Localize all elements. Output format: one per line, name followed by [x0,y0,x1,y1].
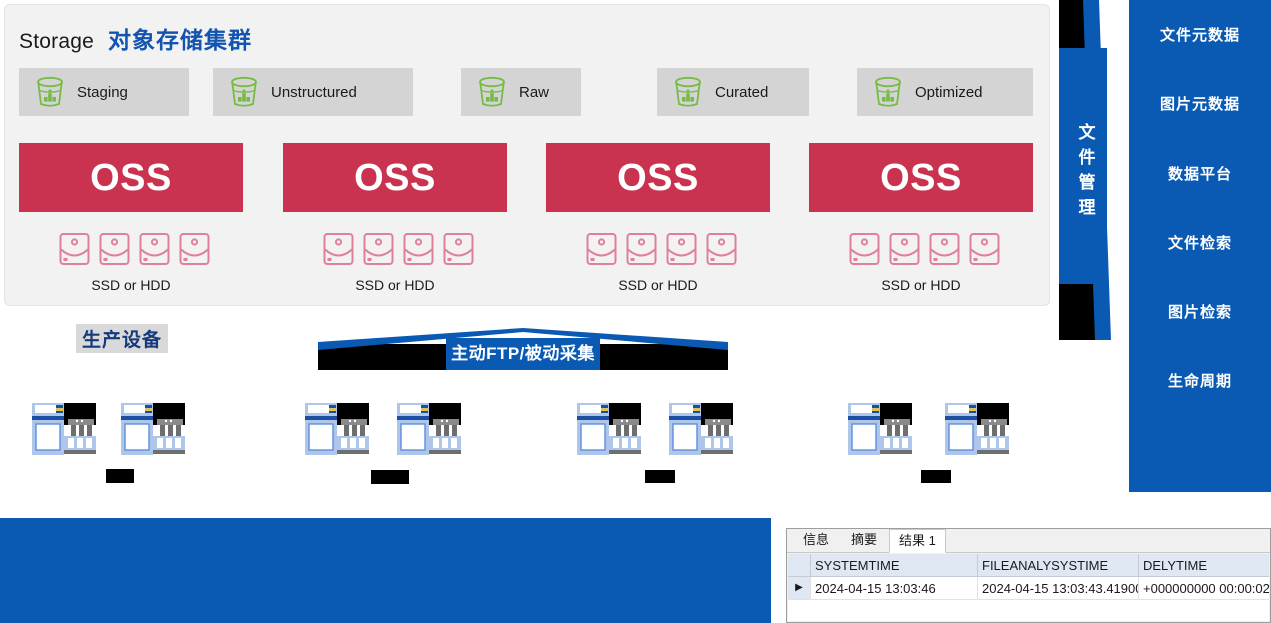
oss-label: OSS [354,156,436,199]
storage-panel: Storage 对象存储集群 Staging Unstructured Raw … [4,4,1050,306]
vbar-char-2: 管 [1078,173,1097,192]
right-nav-sidebar: 文件元数据 图片元数据 数据平台 文件检索 图片检索 生命周期 [1129,0,1271,492]
hard-disk-icon [705,229,738,273]
vbar-char-0: 文 [1078,123,1097,142]
bucket-chip-optimized[interactable]: Optimized [857,68,1033,116]
production-machine-icon [305,403,369,455]
sidebar-item-file-metadata[interactable]: 文件元数据 [1129,24,1271,45]
bucket-label: Curated [715,83,769,101]
file-management-vertical-bar[interactable]: 文 件 管 理 [1059,0,1116,340]
file-management-label: 文 件 管 理 [1059,120,1116,220]
oss-label: OSS [90,156,172,199]
column-header-fileanalysystime[interactable]: FILEANALYSYSTIME [977,554,1139,577]
hard-disk-icon [362,229,395,273]
hard-disk-icon [442,229,475,273]
hard-disk-icon [322,229,355,273]
vbar-char-3: 理 [1078,198,1097,217]
production-machine-icon [121,403,185,455]
oss-label: OSS [880,156,962,199]
hard-disk-icon [138,229,171,273]
production-machine-icon [577,403,641,455]
storage-title: Storage 对象存储集群 [19,21,252,55]
results-grid[interactable]: SYSTEMTIME FILEANALYSYSTIME DELYTIME ▶ 2… [788,554,1269,621]
bottom-blue-panel [0,518,771,623]
hard-disk-icon [178,229,211,273]
disk-group-2 [322,229,475,273]
ftp-banner-label: 主动FTP/被动采集 [451,344,595,363]
production-machine-icon [397,403,461,455]
row-marker-header [788,554,811,577]
disk-group-1 [58,229,211,273]
oss-bucket-icon [477,76,507,108]
results-panel: 信息 摘要 结果 1 SYSTEMTIME FILEANALYSYSTIME D… [786,528,1271,623]
table-row[interactable]: ▶ 2024-04-15 13:03:46 2024-04-15 13:03:4… [788,576,1269,600]
oss-cluster-box-1: OSS [19,143,243,212]
vbar-char-1: 件 [1078,148,1097,167]
oss-bucket-icon [873,76,903,108]
bucket-label: Unstructured [271,83,357,101]
production-machine-icon [32,403,96,455]
oss-bucket-icon [229,76,259,108]
sidebar-item-image-search[interactable]: 图片检索 [1129,301,1271,322]
hard-disk-icon [968,229,1001,273]
media-caption: SSD or HDD [355,277,435,293]
hard-disk-icon [888,229,921,273]
bucket-label: Staging [77,83,128,101]
tab-info[interactable]: 信息 [793,528,839,552]
results-tab-bar: 信息 摘要 结果 1 [787,529,1270,553]
sidebar-item-data-platform[interactable]: 数据平台 [1129,163,1271,184]
oss-label: OSS [617,156,699,199]
hard-disk-icon [98,229,131,273]
production-machine-icon [669,403,733,455]
media-caption: SSD or HDD [881,277,961,293]
disk-group-4 [848,229,1001,273]
table-header-row: SYSTEMTIME FILEANALYSYSTIME DELYTIME [788,554,1269,577]
bucket-chip-unstructured[interactable]: Unstructured [213,68,413,116]
oss-cluster-box-4: OSS [809,143,1033,212]
media-caption: SSD or HDD [91,277,171,293]
tab-result-1[interactable]: 结果 1 [889,529,946,553]
hard-disk-icon [402,229,435,273]
bucket-chip-curated[interactable]: Curated [657,68,809,116]
hard-disk-icon [58,229,91,273]
column-header-delytime[interactable]: DELYTIME [1138,554,1269,577]
ftp-collection-banner: 主动FTP/被动采集 [318,328,728,370]
hard-disk-icon [928,229,961,273]
oss-bucket-icon [673,76,703,108]
oss-cluster-box-2: OSS [283,143,507,212]
row-marker: ▶ [788,576,811,600]
sidebar-item-lifecycle[interactable]: 生命周期 [1129,370,1271,391]
oss-bucket-icon [35,76,65,108]
tab-summary[interactable]: 摘要 [841,528,887,552]
redaction-block [921,470,951,483]
cell-systemtime: 2024-04-15 13:03:46 [810,576,978,600]
storage-title-cn: 对象存储集群 [107,27,252,53]
sidebar-item-file-search[interactable]: 文件检索 [1129,232,1271,253]
results-table: SYSTEMTIME FILEANALYSYSTIME DELYTIME ▶ 2… [788,554,1269,600]
storage-title-en: Storage [19,30,94,53]
redaction-block [371,470,409,484]
hard-disk-icon [625,229,658,273]
media-caption: SSD or HDD [618,277,698,293]
sidebar-item-image-metadata[interactable]: 图片元数据 [1129,93,1271,114]
bucket-label: Raw [519,83,550,101]
production-equipment-tag: 生产设备 [76,324,169,353]
bucket-chip-staging[interactable]: Staging [19,68,189,116]
cell-delytime: +000000000 00:00:02.58100 [1138,576,1269,600]
column-header-systemtime[interactable]: SYSTEMTIME [810,554,978,577]
production-machine-icon [848,403,912,455]
production-machine-icon [945,403,1009,455]
disk-group-3 [585,229,738,273]
redaction-block [645,470,675,483]
hard-disk-icon [585,229,618,273]
hard-disk-icon [848,229,881,273]
bucket-label: Optimized [915,83,983,101]
cell-fileanalysystime: 2024-04-15 13:03:43.41900 [977,576,1139,600]
oss-cluster-box-3: OSS [546,143,770,212]
bucket-chip-raw[interactable]: Raw [461,68,581,116]
hard-disk-icon [665,229,698,273]
redaction-block [106,469,134,483]
